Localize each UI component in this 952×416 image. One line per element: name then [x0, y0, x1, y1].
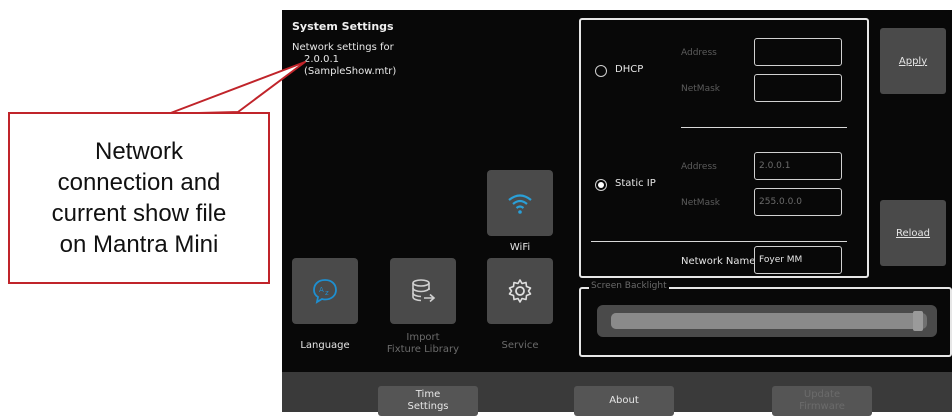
service-label: Service — [501, 340, 539, 351]
static-address-field[interactable]: 2.0.0.1 — [754, 152, 842, 180]
svg-text:A: A — [319, 286, 324, 294]
static-netmask-label: NetMask — [681, 198, 720, 208]
static-ip-label: Static IP — [615, 178, 656, 189]
screen-backlight-panel: Screen Backlight — [579, 281, 952, 357]
callout-box: Network connection and current show file… — [8, 112, 270, 284]
apply-label: Apply — [898, 55, 928, 67]
language-label: Language — [300, 340, 350, 351]
language-button[interactable]: A z — [292, 258, 358, 324]
import-fixture-library-button[interactable] — [390, 258, 456, 324]
network-settings-label: Network settings for — [292, 42, 394, 53]
device-screen: System Settings Network settings for 2.0… — [282, 10, 952, 416]
reload-button[interactable]: Reload — [880, 200, 946, 266]
reload-label: Reload — [895, 227, 931, 239]
dhcp-address-field[interactable] — [754, 38, 842, 66]
wifi-button[interactable] — [487, 170, 553, 236]
backlight-slider-thumb[interactable] — [913, 311, 923, 331]
show-file-name: (SampleShow.mtr) — [304, 66, 397, 77]
wifi-label: WiFi — [509, 242, 531, 253]
backlight-slider-track[interactable] — [611, 313, 927, 329]
static-netmask-field[interactable]: 255.0.0.0 — [754, 188, 842, 216]
language-icon: A z — [313, 279, 337, 304]
network-name-label: Network Name — [681, 256, 756, 267]
current-ip: 2.0.0.1 — [304, 54, 339, 65]
static-address-label: Address — [681, 162, 717, 172]
page-title: System Settings — [292, 20, 394, 33]
apply-button[interactable]: Apply — [880, 28, 946, 94]
wifi-icon — [508, 194, 532, 214]
network-name-field[interactable]: Foyer MM — [754, 246, 842, 274]
dhcp-netmask-field[interactable] — [754, 74, 842, 102]
static-ip-radio[interactable] — [595, 179, 607, 191]
divider — [681, 127, 847, 128]
backlight-slider[interactable] — [597, 305, 937, 337]
import-fixture-library-label: Import Fixture Library — [386, 332, 460, 355]
backlight-slider-fill — [611, 313, 921, 329]
screen-backlight-label: Screen Backlight — [589, 281, 669, 291]
service-button[interactable] — [487, 258, 553, 324]
dhcp-address-label: Address — [681, 48, 717, 58]
callout-text: Network connection and current show file… — [51, 138, 227, 258]
dhcp-label: DHCP — [615, 64, 644, 75]
gear-icon — [508, 279, 532, 303]
dhcp-netmask-label: NetMask — [681, 84, 720, 94]
network-info: Network settings for 2.0.0.1 (SampleShow… — [292, 42, 396, 78]
divider — [591, 241, 847, 242]
network-settings-panel: DHCP Address NetMask Static IP Address 2… — [579, 18, 869, 278]
dhcp-radio[interactable] — [595, 65, 607, 77]
database-import-icon — [412, 279, 436, 303]
bottom-toolbar: Time Settings About Update Firmware — [282, 372, 952, 416]
svg-text:z: z — [325, 289, 329, 297]
